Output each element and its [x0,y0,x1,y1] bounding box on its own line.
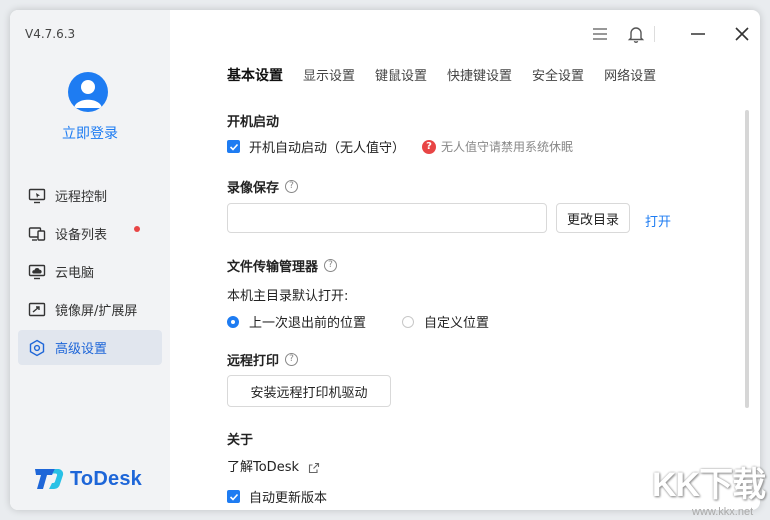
help-icon[interactable]: ? [285,353,299,366]
sidebar-item-device-list[interactable]: 设备列表 [18,216,162,251]
default-directory-options: 上一次退出前的位置 自定义位置 [227,312,489,331]
external-link-icon[interactable] [308,462,320,474]
question-warning-icon: ? [422,139,437,154]
install-printer-driver-button[interactable]: 安装远程打印机驱动 [227,375,391,407]
help-icon[interactable]: ? [285,180,299,193]
sidebar-item-label: 云电脑 [55,266,95,281]
sidebar-nav: 远程控制 设备列表 云电脑 镜像屏/扩展屏 高级设置 [18,178,162,368]
todesk-window: V4.7.6.3 立即登录 远程控制 设备列表 云电脑 镜像屏/扩展屏 高级设置… [10,10,760,510]
scrollbar[interactable] [745,110,749,408]
sidebar-item-label: 设备列表 [55,228,108,243]
recording-path-input[interactable] [227,203,547,233]
close-icon[interactable] [732,24,752,44]
section-title-text: 远程打印 [227,354,280,369]
change-directory-button[interactable]: 更改目录 [556,203,630,233]
about-todesk-link[interactable]: 了解ToDesk [227,460,299,475]
version-label: V4.7.6.3 [25,27,76,41]
auto-start-row: 开机自动启动（无人值守） ? 无人值守请禁用系统休眠 [227,137,573,156]
about-section-title: 关于 [227,429,253,448]
recording-section-title: 录像保存 ? [227,177,299,196]
user-icon [74,80,102,108]
auto-update-row: 自动更新版本 [227,487,327,506]
file-transfer-section-title: 文件传输管理器 ? [227,256,338,275]
sidebar-item-cloud-pc[interactable]: 云电脑 [18,254,162,289]
open-folder-link[interactable]: 打开 [645,211,671,230]
checkmark-icon [229,143,238,151]
default-directory-label: 本机主目录默认打开: [227,289,349,304]
todesk-logo-icon [35,469,64,490]
main-panel: 基本设置 显示设置 键鼠设置 快捷键设置 安全设置 网络设置 开机启动 开机自动… [170,10,760,510]
auto-start-checkbox[interactable] [227,140,240,153]
notification-dot [134,226,140,232]
settings-content: 开机启动 开机自动启动（无人值守） ? 无人值守请禁用系统休眠 录像保存 ? 更… [227,10,697,510]
device-list-icon [28,225,46,243]
auto-update-label[interactable]: 自动更新版本 [249,487,327,506]
sidebar-item-label: 高级设置 [55,342,108,357]
sidebar: V4.7.6.3 立即登录 远程控制 设备列表 云电脑 镜像屏/扩展屏 高级设置… [10,10,170,510]
cloud-pc-icon [28,263,46,281]
remote-control-icon [28,187,46,205]
sidebar-item-advanced-settings[interactable]: 高级设置 [18,330,162,365]
radio-label-last-location[interactable]: 上一次退出前的位置 [249,312,366,331]
section-title-text: 开机启动 [227,115,280,130]
watermark-text: KK下载 [652,466,766,504]
warning-text: 无人值守请禁用系统休眠 [441,140,574,154]
radio-last-location[interactable] [227,315,239,328]
sidebar-item-remote-control[interactable]: 远程控制 [18,178,162,213]
remote-print-section-title: 远程打印 ? [227,350,299,369]
startup-section-title: 开机启动 [227,111,279,130]
about-todesk-row: 了解ToDesk [227,456,320,475]
logo-text: ToDesk [70,467,142,490]
sidebar-item-label: 镜像屏/扩展屏 [55,304,138,319]
radio-custom-location[interactable] [402,315,415,328]
radio-label-custom-location[interactable]: 自定义位置 [424,312,489,331]
auto-start-label[interactable]: 开机自动启动（无人值守） [249,137,405,156]
watermark: KK下载 www.kkx.net [650,457,766,519]
sidebar-item-mirror-screen[interactable]: 镜像屏/扩展屏 [18,292,162,327]
todesk-logo: ToDesk [34,467,142,491]
section-title-text: 关于 [227,433,254,448]
help-icon[interactable]: ? [324,259,338,272]
sleep-warning: ? 无人值守请禁用系统休眠 [422,138,573,155]
sidebar-item-label: 远程控制 [55,190,108,205]
auto-update-checkbox[interactable] [227,490,240,503]
mirror-screen-icon [28,301,46,319]
login-link[interactable]: 立即登录 [10,123,170,143]
section-title-text: 文件传输管理器 [227,260,319,275]
checkmark-icon [229,493,238,501]
watermark-url: www.kkx.net [692,506,754,518]
section-title-text: 录像保存 [227,181,280,196]
avatar[interactable] [68,72,108,112]
advanced-settings-icon [28,339,46,357]
